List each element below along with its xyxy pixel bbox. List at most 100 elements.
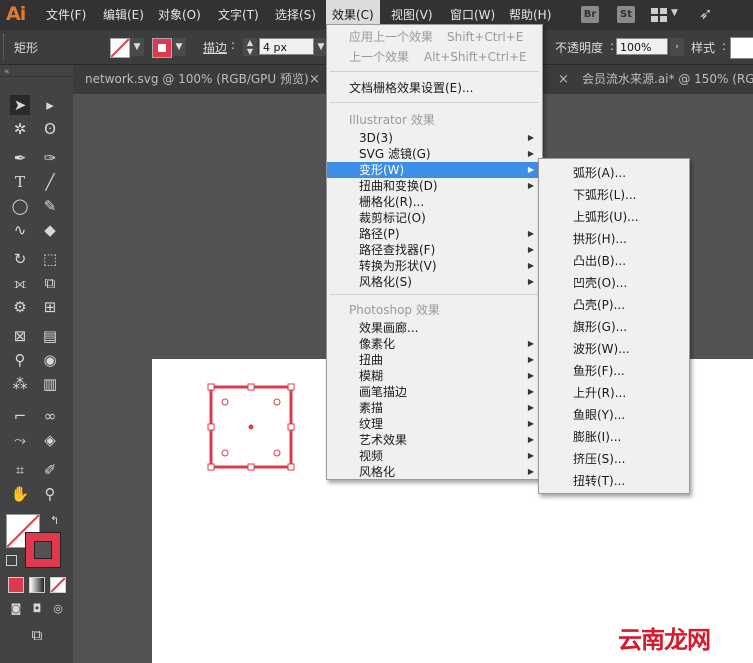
paintbrush-tool-icon[interactable]: ✎ — [40, 196, 60, 216]
color-mode-icon[interactable] — [8, 577, 24, 593]
symbol-sprayer-tool-icon[interactable]: ⁂ — [10, 374, 30, 394]
stroke-color-box[interactable] — [25, 532, 61, 568]
submenu-item-fisheye[interactable]: 鱼眼(Y)... — [573, 404, 625, 426]
mesh-tool-icon[interactable]: ⊠ — [10, 326, 30, 346]
chevron-down-icon[interactable]: ▼ — [671, 8, 678, 18]
stroke-weight-input[interactable]: 4 px — [259, 38, 314, 55]
shape-builder-tool-icon[interactable]: ⚙ — [10, 297, 30, 317]
swap-colors-icon[interactable]: ↰ — [50, 514, 59, 527]
menu-item-brush-strokes[interactable]: 画笔描边 ▶ — [327, 384, 542, 400]
opacity-arrow[interactable]: › — [670, 38, 684, 56]
submenu-item-arch[interactable]: 拱形(H)... — [573, 228, 627, 250]
stock-icon[interactable]: St — [617, 6, 635, 23]
free-transform-tool-icon[interactable]: ⧉ — [40, 273, 60, 293]
submenu-item-arc[interactable]: 弧形(A)... — [573, 162, 626, 184]
submenu-item-inflate[interactable]: 膨胀(I)... — [573, 426, 621, 448]
crop-tool-icon[interactable]: ⌗ — [10, 460, 30, 480]
menu-item-artistic[interactable]: 艺术效果 ▶ — [327, 432, 542, 448]
menu-type[interactable]: 文字(T) — [218, 0, 259, 30]
slice-select-tool-icon[interactable]: ⤳ — [10, 430, 30, 450]
submenu-item-arc-lower[interactable]: 下弧形(L)... — [573, 184, 637, 206]
hand-tool-icon[interactable]: ✋ — [10, 484, 30, 504]
graphic-style-swatch[interactable] — [730, 37, 753, 59]
eraser-alt-tool-icon[interactable]: ◈ — [40, 430, 60, 450]
zoom-tool-icon[interactable]: ⚲ — [40, 484, 60, 504]
menu-item-texture[interactable]: 纹理 ▶ — [327, 416, 542, 432]
stroke-swatch[interactable] — [152, 38, 172, 58]
menu-item-rasterize[interactable]: 栅格化(R)... — [327, 194, 542, 210]
screen-mode-icon[interactable]: ⧉ — [25, 625, 49, 645]
submenu-item-fish[interactable]: 鱼形(F)... — [573, 360, 625, 382]
none-mode-icon[interactable] — [50, 577, 66, 593]
menu-item-distort[interactable]: 扭曲 ▶ — [327, 352, 542, 368]
pen-tool-icon[interactable]: ✒ — [10, 148, 30, 168]
menu-item-apply-last-effect[interactable]: 应用上一个效果 Shift+Ctrl+E — [327, 29, 542, 45]
submenu-item-squeeze[interactable]: 挤压(S)... — [573, 448, 625, 470]
menu-item-pixelate[interactable]: 像素化 ▶ — [327, 336, 542, 352]
menu-item-convert-to-shape[interactable]: 转换为形状(V) ▶ — [327, 258, 542, 274]
eyedropper-tool-icon[interactable]: ⚲ — [10, 350, 30, 370]
menu-select[interactable]: 选择(S) — [275, 0, 316, 30]
stroke-dropdown-arrow[interactable]: ▼ — [172, 38, 186, 56]
eraser-tool-icon[interactable]: ◆ — [40, 220, 60, 240]
panel-grip[interactable] — [3, 34, 7, 60]
width-tool-icon[interactable]: ⟗ — [10, 273, 30, 293]
menu-object[interactable]: 对象(O) — [158, 0, 201, 30]
menu-item-pathfinder[interactable]: 路径查找器(F) ▶ — [327, 242, 542, 258]
submenu-item-shell-lower[interactable]: 凹壳(O)... — [573, 272, 627, 294]
tab-network-svg[interactable]: network.svg @ 100% (RGB/GPU 预览) — [85, 65, 309, 94]
curvature-tool-icon[interactable]: ✑ — [40, 148, 60, 168]
submenu-item-shell-upper[interactable]: 凸壳(P)... — [573, 294, 625, 316]
menu-item-video[interactable]: 视频 ▶ — [327, 448, 542, 464]
submenu-item-flag[interactable]: 旗形(G)... — [573, 316, 627, 338]
menu-item-stylize[interactable]: 风格化(S) ▶ — [327, 274, 542, 290]
menu-item-distort-transform[interactable]: 扭曲和变换(D) ▶ — [327, 178, 542, 194]
blend-tool-icon[interactable]: ◉ — [40, 350, 60, 370]
close-tab-icon[interactable]: × — [309, 65, 320, 94]
scale-tool-icon[interactable]: ⬚ — [40, 249, 60, 269]
fill-dropdown-arrow[interactable]: ▼ — [130, 38, 144, 56]
opacity-label[interactable]: 不透明度 — [555, 39, 603, 56]
type-tool-icon[interactable]: T — [10, 172, 30, 192]
artboard-tool-icon[interactable]: ⌐ — [10, 406, 30, 426]
menu-item-sketch[interactable]: 素描 ▶ — [327, 400, 542, 416]
column-graph-tool-icon[interactable]: ▥ — [40, 374, 60, 394]
submenu-item-bulge[interactable]: 凸出(B)... — [573, 250, 626, 272]
perspective-grid-tool-icon[interactable]: ⊞ — [40, 297, 60, 317]
submenu-item-arc-upper[interactable]: 上弧形(U)... — [573, 206, 639, 228]
menu-item-svg-filters[interactable]: SVG 滤镜(G) ▶ — [327, 146, 542, 162]
workspace-grid-icon[interactable] — [651, 8, 667, 22]
menu-item-stylize-ps[interactable]: 风格化 ▶ — [327, 464, 542, 480]
close-tab-icon[interactable]: × — [558, 65, 569, 94]
submenu-item-twist[interactable]: 扭转(T)... — [573, 470, 625, 492]
menu-item-path[interactable]: 路径(P) ▶ — [327, 226, 542, 242]
menu-item-last-effect[interactable]: 上一个效果 Alt+Shift+Ctrl+E — [327, 49, 542, 65]
lasso-tool-icon[interactable]: ʘ — [40, 119, 60, 139]
shaper-tool-icon[interactable]: ∿ — [10, 220, 30, 240]
draw-inside-icon[interactable]: ◎ — [48, 599, 68, 619]
selection-tool-icon[interactable]: ➤ — [10, 95, 30, 115]
stroke-label[interactable]: 描边 — [203, 39, 227, 56]
submenu-item-rise[interactable]: 上升(R)... — [573, 382, 626, 404]
submenu-item-wave[interactable]: 波形(W)... — [573, 338, 630, 360]
menu-item-document-raster-settings[interactable]: 文档栅格效果设置(E)... — [327, 80, 542, 96]
draw-normal-icon[interactable]: ◙ — [6, 599, 26, 619]
magic-wand-tool-icon[interactable]: ✲ — [10, 119, 30, 139]
ellipse-tool-icon[interactable]: ◯ — [10, 196, 30, 216]
menu-item-crop-marks[interactable]: 裁剪标记(O) — [327, 210, 542, 226]
menu-file[interactable]: 文件(F) — [46, 0, 86, 30]
stroke-stepper[interactable]: ▲ ▼ — [243, 38, 257, 56]
draw-behind-icon[interactable]: ◘ — [27, 599, 47, 619]
default-colors-icon[interactable] — [6, 555, 17, 566]
menu-item-3d[interactable]: 3D(3) ▶ — [327, 130, 542, 146]
line-tool-icon[interactable]: ╱ — [40, 172, 60, 192]
menu-item-blur[interactable]: 模糊 ▶ — [327, 368, 542, 384]
bridge-icon[interactable]: Br — [581, 6, 599, 23]
rotate-tool-icon[interactable]: ↻ — [10, 249, 30, 269]
slice-tool-icon[interactable]: ∞ — [40, 406, 60, 426]
pencil-tool-icon[interactable]: ✐ — [40, 460, 60, 480]
selected-rectangle[interactable] — [205, 381, 297, 473]
fill-swatch[interactable] — [110, 38, 130, 58]
tab-membership-ai[interactable]: 会员流水来源.ai* @ 150% (RG — [582, 65, 753, 94]
menu-edit[interactable]: 编辑(E) — [103, 0, 144, 30]
